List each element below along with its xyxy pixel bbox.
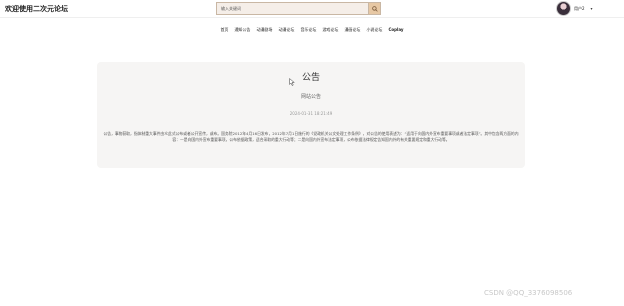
watermark-text: CSDN @QQ_3376098506 — [484, 289, 573, 297]
mouse-pointer-icon — [289, 78, 295, 86]
nav-item-music-forum[interactable]: 音乐论坛 — [300, 27, 316, 33]
nav-item-notices[interactable]: 通知公告 — [234, 27, 250, 33]
notice-card: 公告 网站公告 2024-01-31 18:21:49 公告，事物获取，指体制重… — [97, 62, 525, 168]
chevron-down-icon[interactable]: ▾ — [591, 6, 593, 11]
nav-item-cosplay[interactable]: Coplay — [388, 27, 403, 33]
search-input[interactable] — [216, 2, 368, 15]
nav-item-anime-theater[interactable]: 动漫剧场 — [256, 27, 272, 33]
nav-item-novel-forum[interactable]: 小说论坛 — [366, 27, 382, 33]
nav-item-game-forum[interactable]: 游戏论坛 — [322, 27, 338, 33]
notice-subtitle: 网站公告 — [300, 94, 321, 100]
top-header: 欢迎使用二次元论坛 用户2 ▾ — [0, 0, 624, 18]
site-title: 欢迎使用二次元论坛 — [5, 5, 68, 13]
nav-item-home[interactable]: 首页 — [220, 27, 228, 33]
notice-datetime: 2024-01-31 18:21:49 — [289, 111, 333, 116]
notice-title: 公告 — [301, 73, 320, 83]
nav-item-manga-forum[interactable]: 漫画论坛 — [344, 27, 360, 33]
search-icon — [371, 5, 378, 12]
search-bar — [216, 2, 382, 15]
user-menu[interactable]: 用户2 ▾ — [556, 0, 593, 17]
main-nav: 首页 通知公告 动漫剧场 动漫论坛 音乐论坛 游戏论坛 漫画论坛 小说论坛 Co… — [0, 27, 624, 33]
search-button[interactable] — [368, 2, 381, 15]
nav-item-anime-forum[interactable]: 动漫论坛 — [278, 27, 294, 33]
user-name[interactable]: 用户2 — [574, 6, 585, 12]
avatar[interactable] — [556, 1, 571, 16]
notice-body: 公告，事物获取，指体制重大事件由众此式公布或者公开宣传，或布。国务院2012年4… — [103, 131, 519, 142]
